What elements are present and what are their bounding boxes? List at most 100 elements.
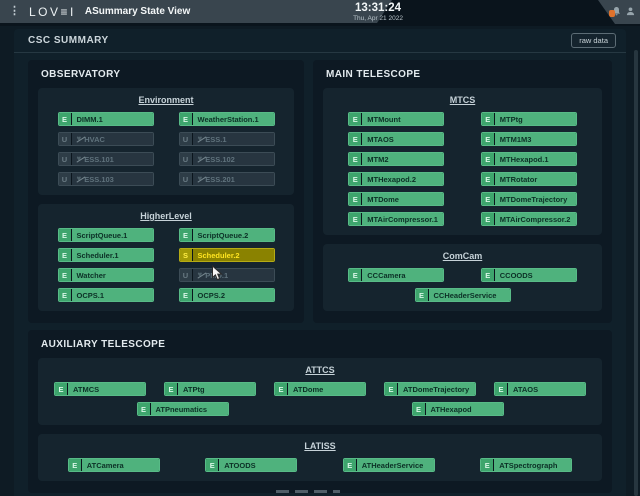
csc-status-badge[interactable]: U ♥ ESS.1 <box>179 132 275 146</box>
csc-name: MTDome <box>367 195 399 204</box>
csc-state-letter: S <box>180 249 193 261</box>
csc-state-letter: U <box>180 173 193 185</box>
csc-name: ESS.1 <box>205 135 226 144</box>
clock-date: Thu, Apr 21 2022 <box>336 15 420 23</box>
group-title: ATTCS <box>45 365 595 375</box>
csc-status-badge[interactable]: E ATHexapod <box>412 402 504 416</box>
csc-status-badge[interactable]: E MTAirCompressor.1 <box>348 212 444 226</box>
csc-badge-grid: E ATCamera E ATOODS E ATHeaderService E … <box>45 458 595 472</box>
csc-status-badge[interactable]: U ♥ ESS.101 <box>58 152 154 166</box>
csc-name: ATOODS <box>224 461 255 470</box>
csc-state-letter: E <box>55 383 68 395</box>
csc-name: ATSpectrograph <box>499 461 557 470</box>
navbar-left-trapezoid: ⋮ LOV≡I ASummary State View <box>0 0 392 23</box>
csc-state-letter: E <box>138 403 151 415</box>
csc-status-badge[interactable]: E MTM2 <box>348 152 444 166</box>
csc-status-badge[interactable]: E MTMount <box>348 112 444 126</box>
csc-status-badge[interactable]: E MTHexapod.2 <box>348 172 444 186</box>
csc-state-letter: E <box>495 383 508 395</box>
top-panels-row: OBSERVATORY Environment E DIMM.1 E Weath… <box>14 53 626 323</box>
csc-status-badge[interactable]: U ♥ PMD.1 <box>179 268 275 282</box>
csc-status-badge[interactable]: U ♥ ESS.103 <box>58 172 154 186</box>
csc-status-badge[interactable]: E MTM1M3 <box>481 132 577 146</box>
csc-status-badge[interactable]: E CCHeaderService <box>415 288 511 302</box>
raw-data-button[interactable]: raw data <box>571 33 616 48</box>
csc-status-badge[interactable]: E OCPS.2 <box>179 288 275 302</box>
kebab-menu-icon[interactable]: ⋮ <box>9 6 20 17</box>
csc-state-letter: E <box>165 383 178 395</box>
csc-status-badge[interactable]: E ATDome <box>274 382 366 396</box>
csc-status-badge[interactable]: E ATCamera <box>68 458 160 472</box>
group-title: MTCS <box>330 95 595 105</box>
csc-badge-grid: E MTMount E MTPtg E MTAOS E MTM1M3 E MTM… <box>330 112 595 226</box>
csc-state-letter: E <box>481 459 494 471</box>
csc-name: MTPtg <box>500 115 523 124</box>
clock: 13:31:24 Thu, Apr 21 2022 <box>336 2 420 23</box>
group-attcs: ATTCS E ATMCS E ATPtg E ATDome E ATDomeT… <box>38 358 602 425</box>
panel-title: OBSERVATORY <box>41 69 294 80</box>
csc-name: WeatherStation.1 <box>198 115 259 124</box>
csc-name: ESS.101 <box>84 155 114 164</box>
csc-state-letter: U <box>180 133 193 145</box>
csc-name: ATDome <box>293 385 323 394</box>
csc-status-badge[interactable]: E MTPtg <box>481 112 577 126</box>
csc-status-badge[interactable]: E MTHexapod.1 <box>481 152 577 166</box>
csc-name: Scheduler.2 <box>198 251 240 260</box>
csc-state-letter: E <box>349 153 362 165</box>
csc-state-letter: E <box>482 173 495 185</box>
bottom-panels-row: AUXILIARY TELESCOPE ATTCS E ATMCS E ATPt… <box>14 323 626 493</box>
csc-status-badge[interactable]: E ScriptQueue.1 <box>58 228 154 242</box>
csc-state-letter: U <box>59 133 72 145</box>
csc-status-badge[interactable]: E MTRotator <box>481 172 577 186</box>
group-mtcs: MTCS E MTMount E MTPtg E MTAOS E MTM1M3 … <box>323 88 602 235</box>
cutoff-section-heading <box>276 490 340 493</box>
love-app: ⋮ LOV≡I ASummary State View 13:31:24 Thu… <box>0 0 640 496</box>
csc-status-badge[interactable]: E Scheduler.1 <box>58 248 154 262</box>
csc-status-badge[interactable]: E DIMM.1 <box>58 112 154 126</box>
csc-status-badge[interactable]: E CCOODS <box>481 268 577 282</box>
csc-status-badge[interactable]: E MTAOS <box>348 132 444 146</box>
csc-status-badge[interactable]: E CCCamera <box>348 268 444 282</box>
csc-status-badge[interactable]: E ATDomeTrajectory <box>384 382 476 396</box>
csc-name: ATAOS <box>513 385 538 394</box>
csc-status-badge[interactable]: S Scheduler.2 <box>179 248 275 262</box>
csc-state-letter: E <box>59 249 72 261</box>
csc-state-letter: U <box>59 153 72 165</box>
csc-status-badge[interactable]: E ATOODS <box>205 458 297 472</box>
csc-name: CCCamera <box>367 271 405 280</box>
csc-status-badge[interactable]: E ATPtg <box>164 382 256 396</box>
csc-name: ATMCS <box>73 385 99 394</box>
panel-title: MAIN TELESCOPE <box>326 69 602 80</box>
panel-title: AUXILIARY TELESCOPE <box>41 339 602 350</box>
csc-status-badge[interactable]: E ATPneumatics <box>137 402 229 416</box>
clock-time: 13:31:24 <box>336 2 420 15</box>
csc-status-badge[interactable]: E WeatherStation.1 <box>179 112 275 126</box>
csc-status-badge[interactable]: U ♥ HVAC <box>58 132 154 146</box>
csc-status-badge[interactable]: E MTDomeTrajectory <box>481 192 577 206</box>
notifications-bell-icon[interactable] <box>611 4 622 15</box>
csc-state-letter: U <box>180 269 193 281</box>
csc-state-letter: E <box>349 213 362 225</box>
csc-status-badge[interactable]: U ♥ ESS.201 <box>179 172 275 186</box>
csc-state-letter: E <box>59 229 72 241</box>
csc-state-letter: E <box>344 459 357 471</box>
csc-status-badge[interactable]: E OCPS.1 <box>58 288 154 302</box>
csc-status-badge[interactable]: E ATAOS <box>494 382 586 396</box>
csc-status-badge[interactable]: E MTDome <box>348 192 444 206</box>
csc-status-badge[interactable]: E ATHeaderService <box>343 458 435 472</box>
csc-state-letter: E <box>482 113 495 125</box>
csc-state-letter: E <box>59 269 72 281</box>
panel-main-telescope: MAIN TELESCOPE MTCS E MTMount E MTPtg E … <box>313 60 612 323</box>
csc-state-letter: E <box>482 269 495 281</box>
vertical-scrollbar-thumb[interactable] <box>634 50 638 496</box>
csc-status-badge[interactable]: E ScriptQueue.2 <box>179 228 275 242</box>
csc-name: CCHeaderService <box>434 291 497 300</box>
csc-status-badge[interactable]: E ATMCS <box>54 382 146 396</box>
csc-status-badge[interactable]: E MTAirCompressor.2 <box>481 212 577 226</box>
heartbeat-lost-icon: ♥ <box>77 155 82 163</box>
csc-status-badge[interactable]: E ATSpectrograph <box>480 458 572 472</box>
user-icon[interactable] <box>625 4 636 15</box>
csc-status-badge[interactable]: U ♥ ESS.102 <box>179 152 275 166</box>
csc-status-badge[interactable]: E Watcher <box>58 268 154 282</box>
csc-name: MTAirCompressor.1 <box>367 215 438 224</box>
